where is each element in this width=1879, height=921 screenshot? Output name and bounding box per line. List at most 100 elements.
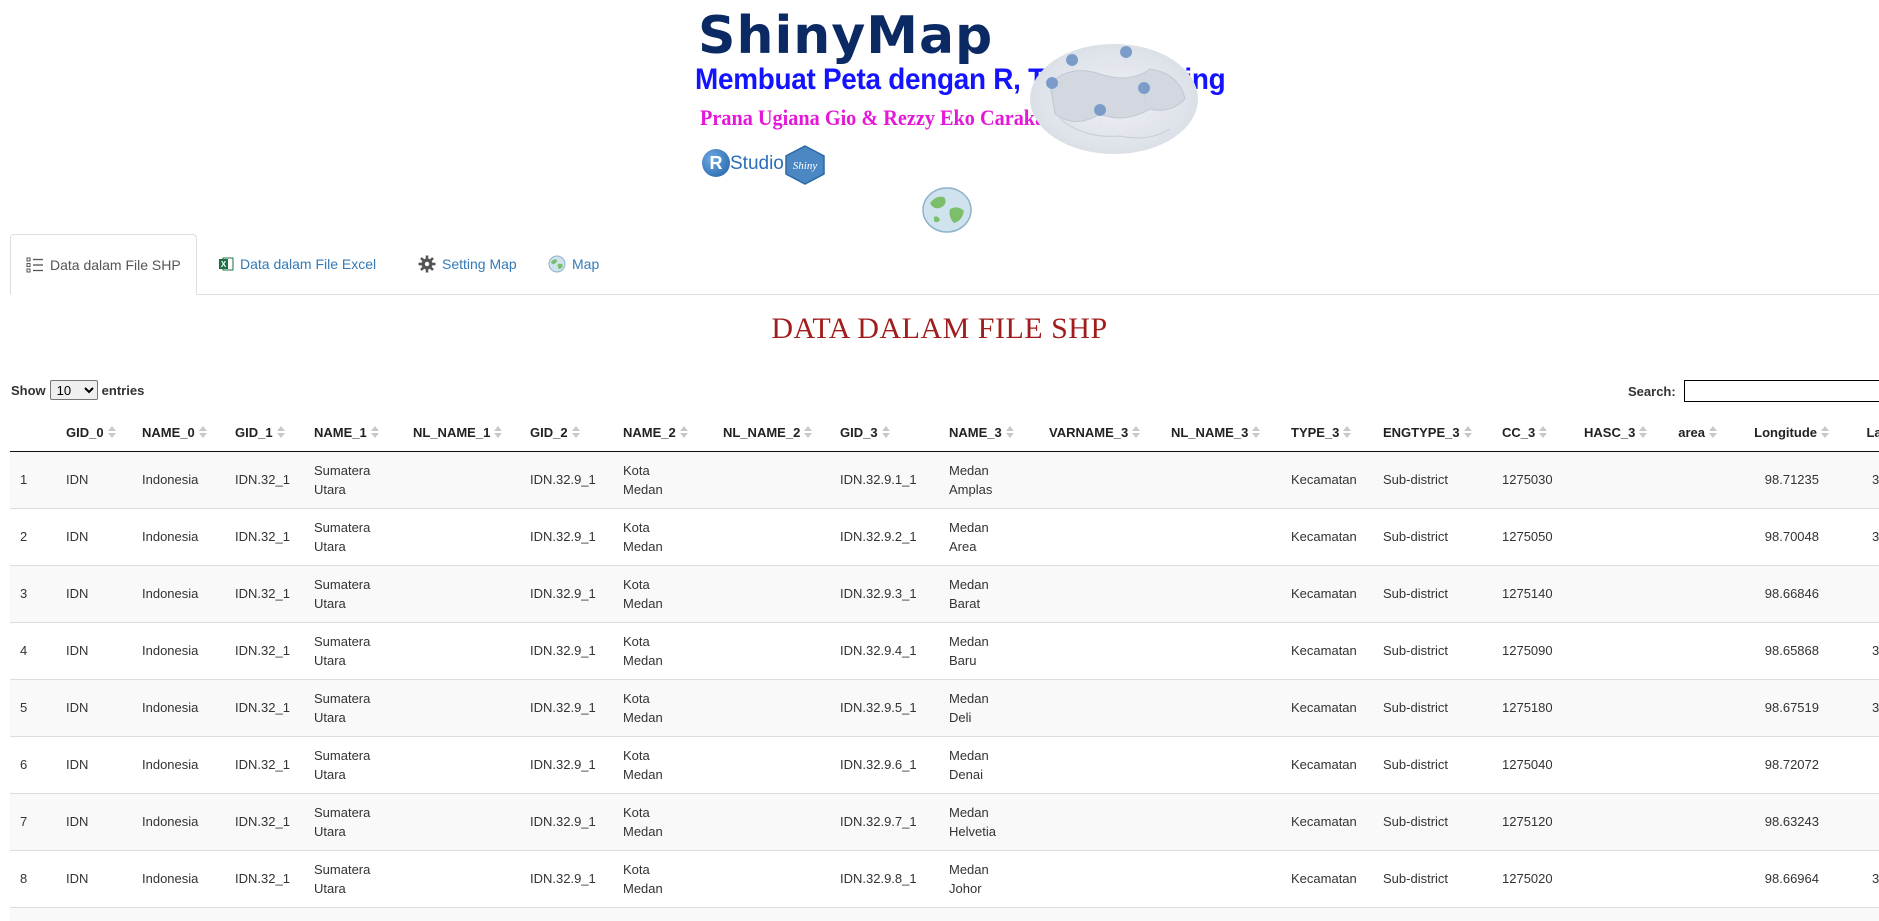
sort-arrows-icon [1539,425,1548,441]
cell-nl_name_3 [1161,564,1281,622]
cell-cc_3: 1275140 [1492,564,1574,622]
cell-nl_name_1 [403,450,520,508]
row-index-header [10,415,56,452]
cell-gid_0: IDN [56,450,132,508]
cell-nl_name_3 [1161,849,1281,907]
sort-arrows-icon [1709,425,1717,441]
cell-engtype_3: Sub-district [1373,564,1492,622]
table-row[interactable]: 6 IDN Indonesia IDN.32_1 Sumatera Utara IDN.3… [10,735,1879,793]
sort-arrows-icon [370,425,379,441]
column-header-gid_1[interactable]: GID_1 [225,415,304,452]
cell-hasc_3 [1574,564,1665,622]
cell-hasc_3 [1574,621,1665,679]
tab-map[interactable]: Map [533,234,614,294]
entries-select[interactable]: 102550100 [49,380,98,400]
cell-nl_name_2 [713,849,830,907]
cell-name_3: Medan Deli [939,678,1039,736]
column-header-label: NAME_1 [314,424,367,440]
cell-area [1665,678,1723,736]
column-header-gid_3[interactable]: GID_3 [830,415,939,452]
table-row[interactable]: 9IDNIndonesiaIDN.32_1Sumatera Utara IDN.3… [10,906,1879,921]
cell-varname_3 [1039,735,1161,793]
column-header-nl_name_2[interactable]: NL_NAME_2 [713,415,830,452]
list-icon [26,257,44,273]
table-row[interactable]: 5 IDN Indonesia IDN.32_1 Sumatera Utara IDN.3… [10,678,1879,736]
cell-cc_3 [1492,906,1574,921]
cell-nl_name_1 [403,735,520,793]
search-input[interactable] [1683,380,1879,402]
cell-hasc_3 [1574,450,1665,508]
column-header-name_1[interactable]: NAME_1 [304,415,403,452]
tab-setting-map[interactable]: Setting Map [403,234,532,294]
table-row[interactable]: 7 IDN Indonesia IDN.32_1 Sumatera Utara IDN.3… [10,792,1879,850]
cell-varname_3 [1039,678,1161,736]
cell-gid_2: IDN.32.9_1 [520,621,613,679]
column-header-nl_name_3[interactable]: NL_NAME_3 [1161,415,1281,452]
cell-varname_3 [1039,849,1161,907]
table-row[interactable]: 1 IDN Indonesia IDN.32_1 Sumatera Utara IDN.3… [10,450,1879,508]
table-row[interactable]: 8 IDN Indonesia IDN.32_1 Sumatera Utara IDN.3… [10,849,1879,907]
cell-nl_name_3 [1161,735,1281,793]
cell-nl_name_1 [403,621,520,679]
excel-icon: X [218,256,234,272]
cell-gid_3: IDN.32.9.2_1 [830,507,939,565]
cell-engtype_3: Sub-district [1373,849,1492,907]
tab-data-shp[interactable]: Data dalam File SHP [10,234,197,295]
cell-gid_1: IDN.32_1 [225,678,304,736]
column-header-nl_name_1[interactable]: NL_NAME_1 [403,415,520,452]
cell-type_3: Kecamatan [1281,792,1373,850]
svg-text:X: X [221,260,227,269]
cell-area [1665,735,1723,793]
sort-arrows-icon [1463,425,1472,441]
data-table: GID_0 NAME_0 GID_1 NAME_1 NL_NAME_1 GID_2 NAME… [10,415,1879,921]
column-header-label: GID_0 [66,424,104,440]
row-index-cell: 2 [10,507,56,565]
cell-cc_3: 1275090 [1492,621,1574,679]
column-header-name_0[interactable]: NAME_0 [132,415,225,452]
table-row[interactable]: 2 IDN Indonesia IDN.32_1 Sumatera Utara IDN.3… [10,507,1879,565]
app-authors: Prana Ugiana Gio & Rezzy Eko Caraka [700,105,1046,130]
cell-varname_3 [1039,906,1161,921]
column-header-name_2[interactable]: NAME_2 [613,415,713,452]
column-header-cc_3[interactable]: CC_3 [1492,415,1574,452]
cell-nl_name_3 [1161,450,1281,508]
cell-longitude: 98.71235 [1723,450,1829,508]
cell-gid_1: IDN.32_1 [225,621,304,679]
column-header-engtype_3[interactable]: ENGTYPE_3 [1373,415,1492,452]
column-header-hasc_3[interactable]: HASC_3 [1574,415,1665,452]
tab-data-excel[interactable]: X Data dalam File Excel [203,234,391,294]
table-row[interactable]: 3 IDN Indonesia IDN.32_1 Sumatera Utara IDN.3… [10,564,1879,622]
column-header-label: NAME_2 [623,424,676,440]
cell-nl_name_1 [403,678,520,736]
cell-gid_1: IDN.32_1 [225,735,304,793]
cell-name_1: Sumatera Utara [304,621,403,679]
column-header-name_3[interactable]: NAME_3 [939,415,1039,452]
cell-nl_name_1 [403,792,520,850]
cell-hasc_3 [1574,792,1665,850]
column-header-gid_2[interactable]: GID_2 [520,415,613,452]
column-header-label: TYPE_3 [1291,424,1340,440]
column-header-gid_0[interactable]: GID_0 [56,415,132,452]
entries-label: entries [101,382,145,398]
tab-label: Data dalam File SHP [50,256,181,273]
cell-name_0: Indonesia [132,906,225,921]
column-header-longitude[interactable]: Longitude [1723,415,1829,452]
cell-name_2: Kota Medan [613,735,713,793]
cell-gid_0: IDN [56,906,132,921]
sort-arrows-icon [679,425,688,441]
table-row[interactable]: 4 IDN Indonesia IDN.32_1 Sumatera Utara IDN.3… [10,621,1879,679]
cell-name_3: Medan Baru [939,621,1039,679]
column-header-label: NL_NAME_1 [413,424,491,440]
column-header-label: Latitude [1866,424,1879,440]
column-header-type_3[interactable]: TYPE_3 [1281,415,1373,452]
cell-nl_name_2 [713,792,830,850]
cell-engtype_3 [1373,906,1492,921]
column-header-varname_3[interactable]: VARNAME_3 [1039,415,1161,452]
cell-engtype_3: Sub-district [1373,678,1492,736]
cell-name_0: Indonesia [132,792,225,850]
column-header-latitude[interactable]: Latitude [1829,415,1879,452]
cell-area [1665,621,1723,679]
cell-gid_3: IDN.32.9.1_1 [830,450,939,508]
sort-arrows-icon [881,425,890,441]
column-header-area[interactable]: area [1665,415,1723,452]
